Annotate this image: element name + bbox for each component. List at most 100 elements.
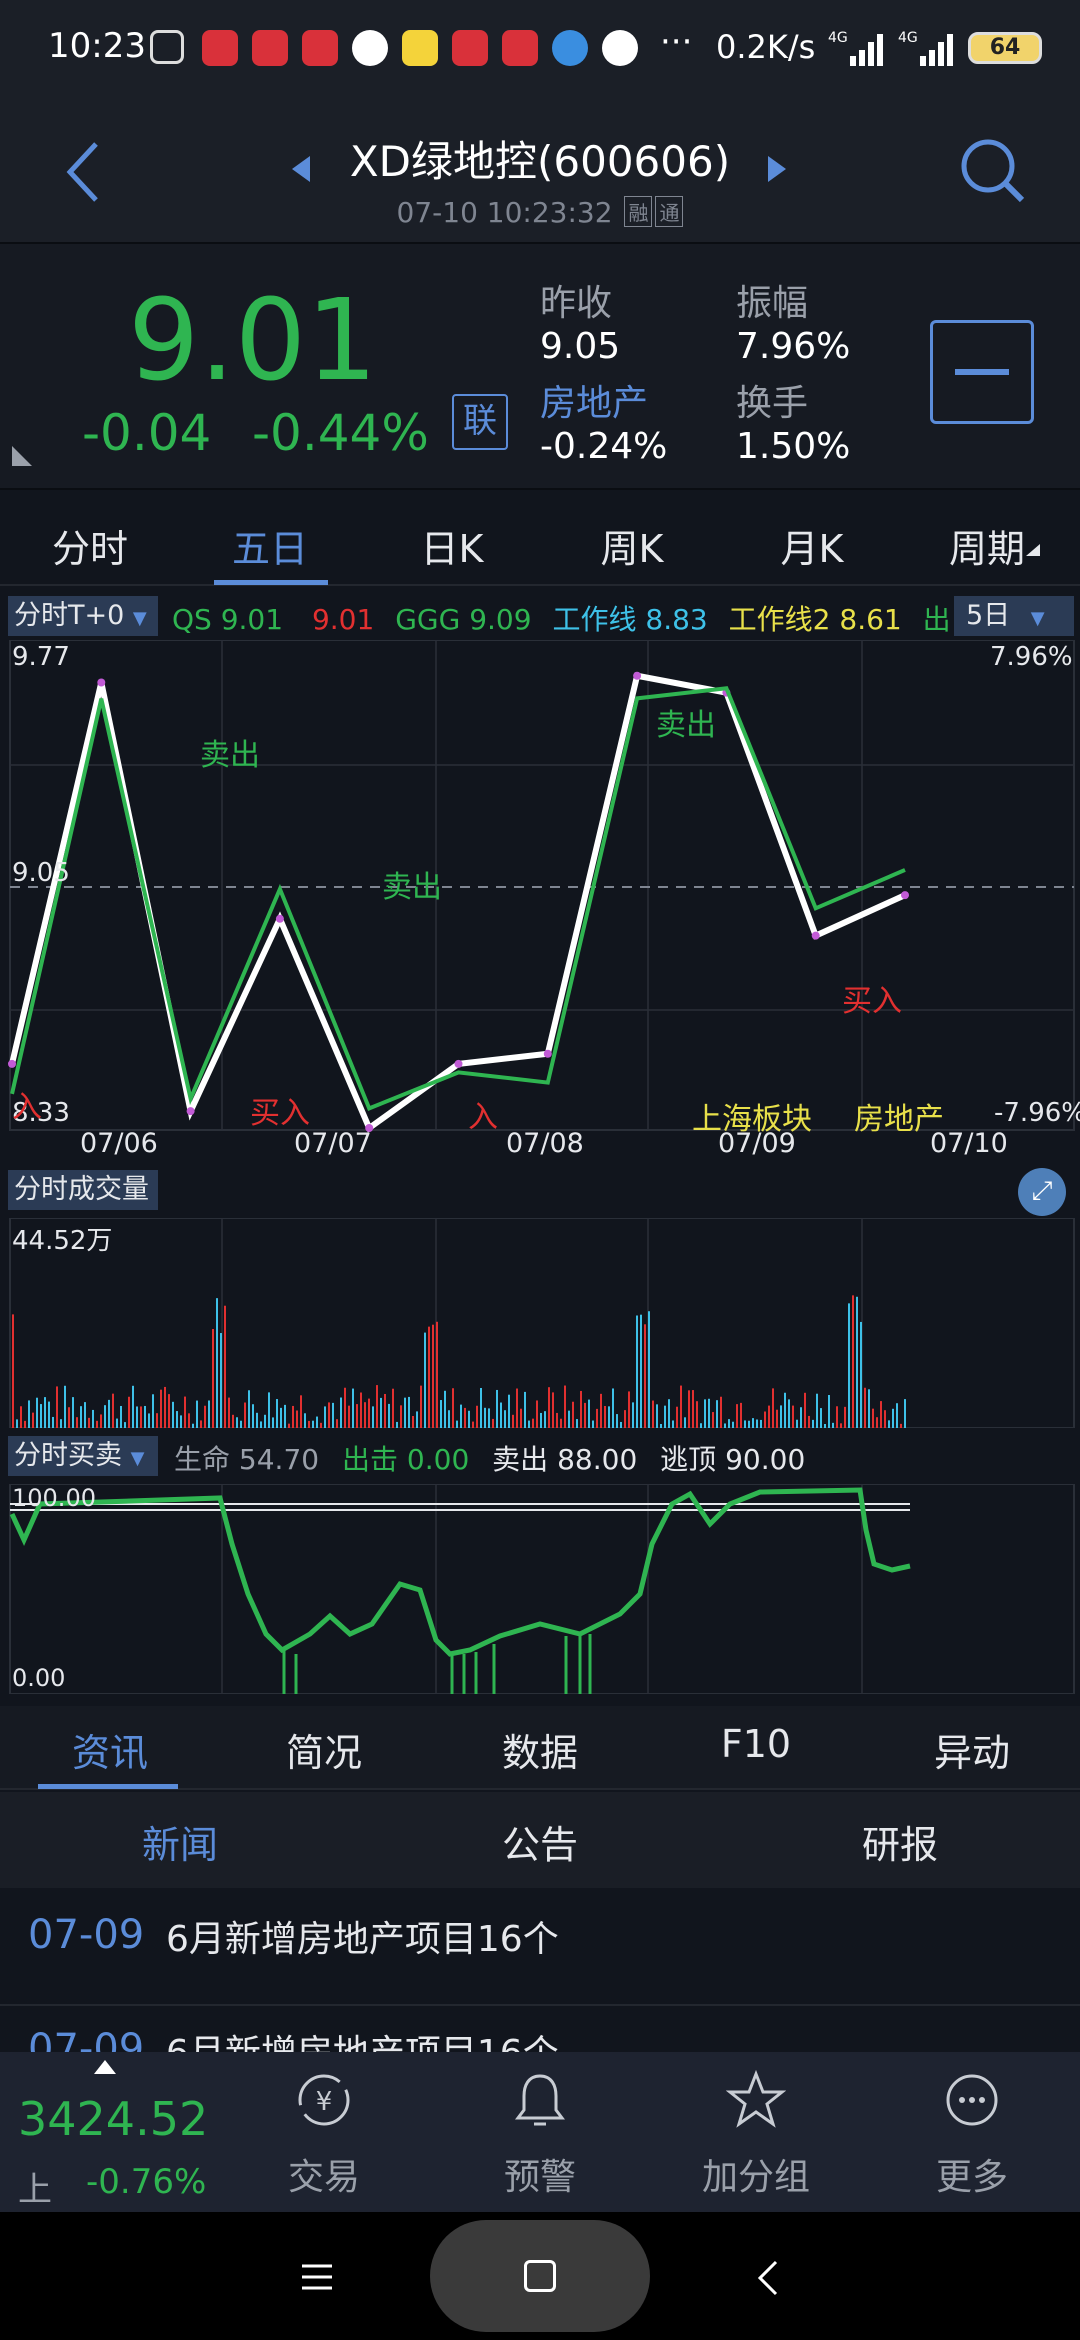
volume-bar [856,1296,858,1428]
dock-more[interactable]: 更多 [892,2070,1052,2200]
volume-bar [388,1403,390,1428]
corner-triangle-icon [12,446,32,466]
remove-watchlist-button[interactable] [930,320,1034,424]
volume-bar [128,1396,130,1428]
date-label-2: 07/07 [294,1128,372,1159]
volume-bar [672,1420,674,1428]
volume-bar [624,1410,626,1428]
volume-bar [724,1423,726,1428]
home-button[interactable] [430,2220,650,2332]
volume-bar [284,1404,286,1428]
price-change: -0.04 [82,404,212,462]
tab-monthly-k[interactable]: 月K [732,518,892,573]
volume-bar [560,1418,562,1428]
volume-bar [396,1421,398,1428]
volume-bar [828,1395,830,1428]
dock-alert[interactable]: 预警 [460,2070,620,2200]
volume-bar [320,1422,322,1428]
volume-bar [260,1421,262,1428]
volume-bar [68,1407,70,1428]
trade-selector-label: 分时买卖 [14,1440,122,1471]
main-indicator-selector[interactable]: 分时T+0 ▼ [8,596,158,636]
trade-indicator-selector[interactable]: 分时买卖 ▼ [8,1436,158,1476]
volume-bar [532,1418,534,1428]
dock-trade-label: 交易 [287,2157,360,2198]
volume-bar [264,1414,266,1428]
news-item[interactable]: 07-09 6月新增房地产项目16个 [0,1888,1080,2006]
next-stock-icon[interactable] [766,154,788,184]
search-icon[interactable] [958,136,1026,204]
volume-bar [520,1408,522,1428]
volume-bar [884,1410,886,1428]
sell-signal-2: 卖出 [382,870,442,905]
ggg-line [10,686,906,1111]
volume-bar [252,1404,254,1428]
volume-bar [568,1410,570,1428]
tab-news-info[interactable]: 资讯 [30,1722,190,1777]
volume-bar [704,1399,706,1428]
volume-bar [420,1385,422,1428]
trade-indicator-values: 生命 54.70 出击 0.00 卖出 88.00 逃顶 90.00 [174,1438,805,1478]
escape-top-value: 90.00 [725,1443,806,1476]
volume-bar [496,1389,498,1428]
tab-five-day[interactable]: 五日 [190,518,350,573]
volume-bar [172,1401,174,1428]
volume-bar [900,1423,902,1428]
volume-bar [600,1393,602,1428]
volume-bar [464,1407,466,1428]
sector-change: -0.24% [540,426,668,467]
volume-bar [196,1400,198,1428]
days-dropdown-icon: ▼ [1030,608,1045,629]
volume-bar [372,1406,374,1428]
dock-trade[interactable]: ¥ 交易 [244,2070,404,2200]
tab-f10[interactable]: F10 [676,1722,836,1766]
price-chart[interactable] [0,640,1080,1140]
volume-bar [332,1402,334,1428]
volume-bar [412,1415,414,1428]
news-category-tabs: 新闻 公告 研报 [0,1792,1080,1888]
tab-weekly-k[interactable]: 周K [552,518,712,573]
axis-min-pct: -7.96% [994,1098,1080,1128]
volume-bar [112,1393,114,1428]
tab-overview[interactable]: 简况 [244,1722,404,1777]
volume-bar [352,1388,354,1428]
tab-abnormal[interactable]: 异动 [892,1722,1052,1777]
menu-icon[interactable] [300,2262,334,2292]
volume-bar [108,1399,110,1428]
volume-bar [408,1396,410,1428]
tab-announcements[interactable]: 公告 [460,1814,620,1869]
dropdown-icon: ▼ [132,608,147,629]
volume-bar [100,1414,102,1428]
volume-bar [716,1400,718,1428]
dock-add-group[interactable]: 加分组 [676,2069,836,2200]
qs-label: QS [172,603,212,636]
volume-bar [200,1420,202,1428]
video-icon [352,30,388,66]
volume-bar [816,1393,818,1428]
tab-research[interactable]: 研报 [820,1814,980,1869]
related-button[interactable]: 联 [452,394,508,450]
fullscreen-icon[interactable]: ⤢ [1018,1168,1066,1216]
volume-bar [392,1388,394,1428]
volume-bar [760,1419,762,1428]
signal-4g-icon-2: 4G [898,30,953,66]
tab-news[interactable]: 新闻 [100,1814,260,1869]
ggg-value: 9.09 [469,603,532,636]
tab-daily-k[interactable]: 日K [372,518,532,573]
volume-bar [580,1390,582,1428]
sector-link[interactable]: 房地产 [540,374,648,426]
volume-bar [836,1406,838,1428]
info-tab-underline [38,1784,178,1789]
volume-bar [524,1391,526,1428]
work-line-value: 8.83 [645,603,708,636]
trade-axis-max: 100.00 [12,1484,96,1512]
index-value[interactable]: 3424.52 [18,2092,208,2146]
tab-data[interactable]: 数据 [460,1722,620,1777]
nav-back-icon[interactable] [756,2260,780,2296]
volume-bar [12,1314,14,1428]
days-selector[interactable]: 5日 ▼ [954,596,1074,636]
tab-intraday[interactable]: 分时 [10,518,170,573]
volume-bar [144,1405,146,1428]
volume-selector[interactable]: 分时成交量 [8,1170,158,1210]
volume-bar [492,1418,494,1428]
